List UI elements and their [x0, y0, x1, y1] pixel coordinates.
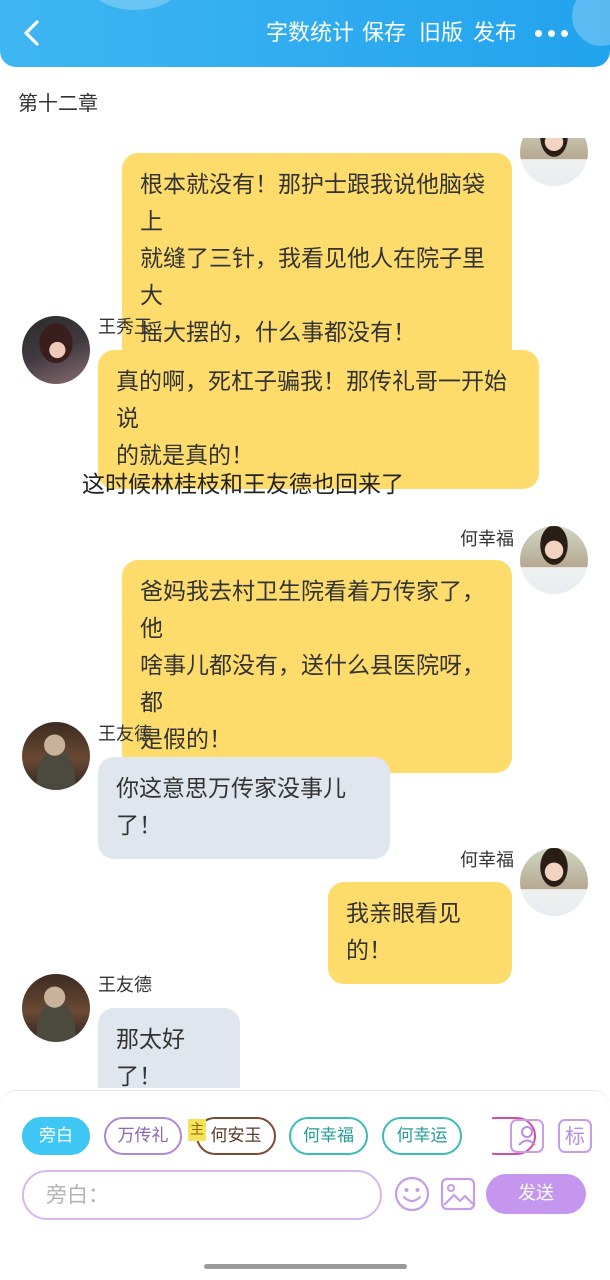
- avatar[interactable]: [22, 316, 90, 384]
- message-line: 就缝了三针，我看见他人在院子里大: [140, 246, 485, 309]
- protagonist-badge: 主: [188, 1119, 206, 1141]
- message-line: 爸妈我去村卫生院看着万传家了，他: [140, 579, 485, 642]
- publish-button[interactable]: 发布: [473, 20, 517, 48]
- home-indicator[interactable]: [204, 1264, 407, 1269]
- chat-bubble[interactable]: 根本就没有！那护士跟我说他脑袋上 就缝了三针，我看见他人在院子里大 摇大摆的，什…: [122, 153, 512, 366]
- header-decoration: [90, 0, 180, 10]
- message-line: 我亲眼看见的！: [346, 901, 461, 964]
- chevron-left-icon[interactable]: [18, 18, 48, 48]
- top-bar: 字数统计 保存 旧版 发布: [0, 0, 610, 67]
- role-chip[interactable]: 何安玉: [196, 1117, 276, 1155]
- save-button[interactable]: 保存: [362, 20, 406, 48]
- role-chip[interactable]: 何幸运: [382, 1117, 462, 1155]
- speaker-name: 王友德: [98, 724, 152, 745]
- role-chip[interactable]: 何幸福: [289, 1117, 368, 1155]
- avatar[interactable]: [520, 848, 588, 916]
- word-count-button[interactable]: 字数统计: [266, 20, 354, 48]
- header-decoration: [572, 0, 610, 46]
- role-chip-narrator[interactable]: 旁白: [22, 1117, 90, 1155]
- speaker-name: 何幸福: [460, 529, 514, 550]
- message-line: 摇大摆的，什么事都没有！: [140, 320, 416, 346]
- message-line: 啥事儿都没有，送什么县医院呀，都: [140, 653, 485, 716]
- person-card-icon[interactable]: [510, 1119, 544, 1153]
- speaker-name: 何幸福: [460, 850, 514, 871]
- speaker-name: 王秀玉: [98, 317, 152, 338]
- avatar[interactable]: [520, 138, 588, 186]
- speaker-name: 王友德: [98, 975, 152, 996]
- more-horizontal-icon[interactable]: [535, 28, 569, 40]
- chapter-title[interactable]: 第十二章: [18, 88, 98, 118]
- avatar[interactable]: [520, 526, 588, 594]
- message-feed[interactable]: 根本就没有！那护士跟我说他脑袋上 就缝了三针，我看见他人在院子里大 摇大摆的，什…: [0, 138, 610, 1088]
- send-button[interactable]: 发送: [486, 1174, 586, 1214]
- chat-bubble[interactable]: 那太好了！: [98, 1008, 240, 1088]
- chip-scroll-mask: [470, 1112, 492, 1162]
- message-line: 你这意思万传家没事儿了！: [116, 776, 346, 839]
- smile-icon[interactable]: [394, 1176, 430, 1212]
- tag-icon[interactable]: 标: [558, 1119, 592, 1153]
- message-line: 真的啊，死杠子骗我！那传礼哥一开始说: [116, 369, 507, 432]
- message-line: 根本就没有！那护士跟我说他脑袋上: [140, 172, 485, 235]
- old-version-button[interactable]: 旧版: [419, 20, 463, 48]
- chat-bubble[interactable]: 爸妈我去村卫生院看着万传家了，他 啥事儿都没有，送什么县医院呀，都 是假的！: [122, 560, 512, 773]
- chat-bubble[interactable]: 我亲眼看见的！: [328, 882, 512, 984]
- chat-bubble[interactable]: 你这意思万传家没事儿了！: [98, 757, 390, 859]
- image-icon[interactable]: [440, 1177, 476, 1211]
- message-line: 是假的！: [140, 727, 232, 753]
- avatar[interactable]: [22, 722, 90, 790]
- narration-text[interactable]: 这时候林桂枝和王友德也回来了: [82, 469, 404, 501]
- avatar[interactable]: [22, 974, 90, 1042]
- message-input[interactable]: 旁白：: [22, 1170, 382, 1220]
- message-line: 那太好了！: [116, 1027, 185, 1088]
- role-chip[interactable]: 万传礼: [104, 1117, 182, 1155]
